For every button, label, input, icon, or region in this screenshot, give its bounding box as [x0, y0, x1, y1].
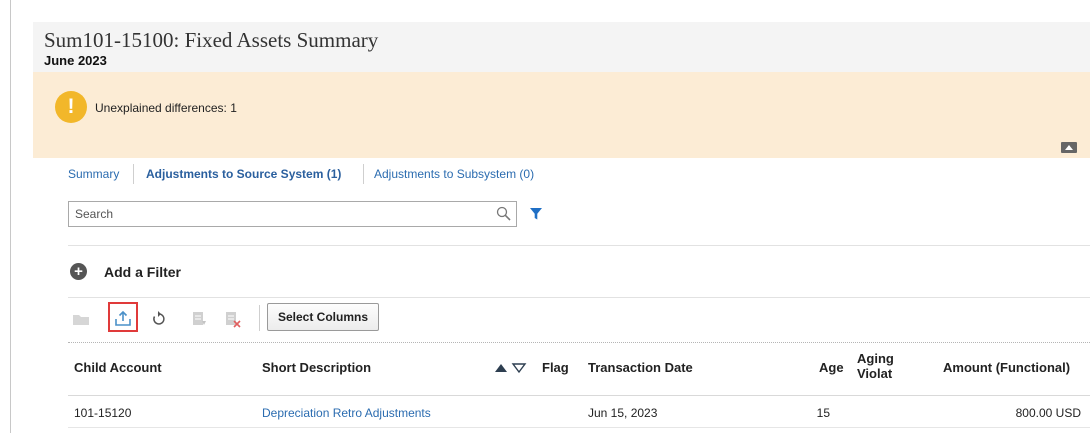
- page-period: June 2023: [44, 53, 107, 68]
- sort-arrows-icon[interactable]: [494, 362, 528, 374]
- warning-icon: !: [55, 91, 87, 123]
- tab-summary[interactable]: Summary: [68, 167, 119, 181]
- select-columns-button[interactable]: Select Columns: [267, 303, 379, 331]
- divider: [68, 297, 1090, 298]
- search-icon[interactable]: [495, 205, 513, 223]
- row-divider: [68, 427, 1090, 428]
- column-header-aging-line2: Violat: [857, 366, 893, 381]
- warning-message: Unexplained differences: 1: [95, 101, 237, 115]
- column-header-aging-violation[interactable]: Aging Violat: [857, 351, 894, 381]
- page-title: Sum101-15100: Fixed Assets Summary: [44, 28, 379, 52]
- column-header-transaction-date[interactable]: Transaction Date: [588, 360, 693, 375]
- cell-amount-functional: 800.00 USD: [1015, 406, 1081, 420]
- add-filter-link[interactable]: Add a Filter: [104, 264, 181, 280]
- tab-adjustments-subsystem[interactable]: Adjustments to Subsystem (0): [374, 167, 534, 181]
- warning-banner: [33, 72, 1090, 158]
- tab-divider: [363, 164, 364, 184]
- column-header-short-description[interactable]: Short Description: [262, 360, 371, 375]
- filter-icon[interactable]: [529, 207, 543, 221]
- search-box: [68, 201, 517, 227]
- column-header-flag[interactable]: Flag: [542, 360, 569, 375]
- add-circle-icon[interactable]: +: [70, 263, 87, 280]
- delete-icon[interactable]: [219, 306, 245, 332]
- refresh-icon[interactable]: [145, 306, 171, 332]
- folder-icon[interactable]: [68, 306, 94, 332]
- cell-transaction-date: Jun 15, 2023: [588, 406, 658, 420]
- divider: [68, 245, 1090, 246]
- toolbar-divider: [259, 305, 260, 331]
- cell-short-description-link[interactable]: Depreciation Retro Adjustments: [262, 406, 431, 420]
- column-header-age[interactable]: Age: [819, 360, 844, 375]
- search-input[interactable]: [69, 202, 501, 226]
- cell-child-account: 101-15120: [74, 406, 132, 420]
- frame-border: [10, 0, 11, 433]
- column-header-amount-functional[interactable]: Amount (Functional): [943, 360, 1070, 375]
- column-header-aging-line1: Aging: [857, 351, 894, 366]
- table-top-border: [68, 342, 1090, 343]
- tab-divider: [133, 164, 134, 184]
- edit-icon[interactable]: [186, 306, 212, 332]
- cell-age: 15: [816, 406, 830, 420]
- header-divider: [68, 395, 1090, 396]
- collapse-icon[interactable]: [1061, 142, 1077, 153]
- column-header-child-account[interactable]: Child Account: [74, 360, 162, 375]
- tab-adjustments-source-system[interactable]: Adjustments to Source System (1): [146, 167, 341, 181]
- export-icon[interactable]: [110, 306, 136, 332]
